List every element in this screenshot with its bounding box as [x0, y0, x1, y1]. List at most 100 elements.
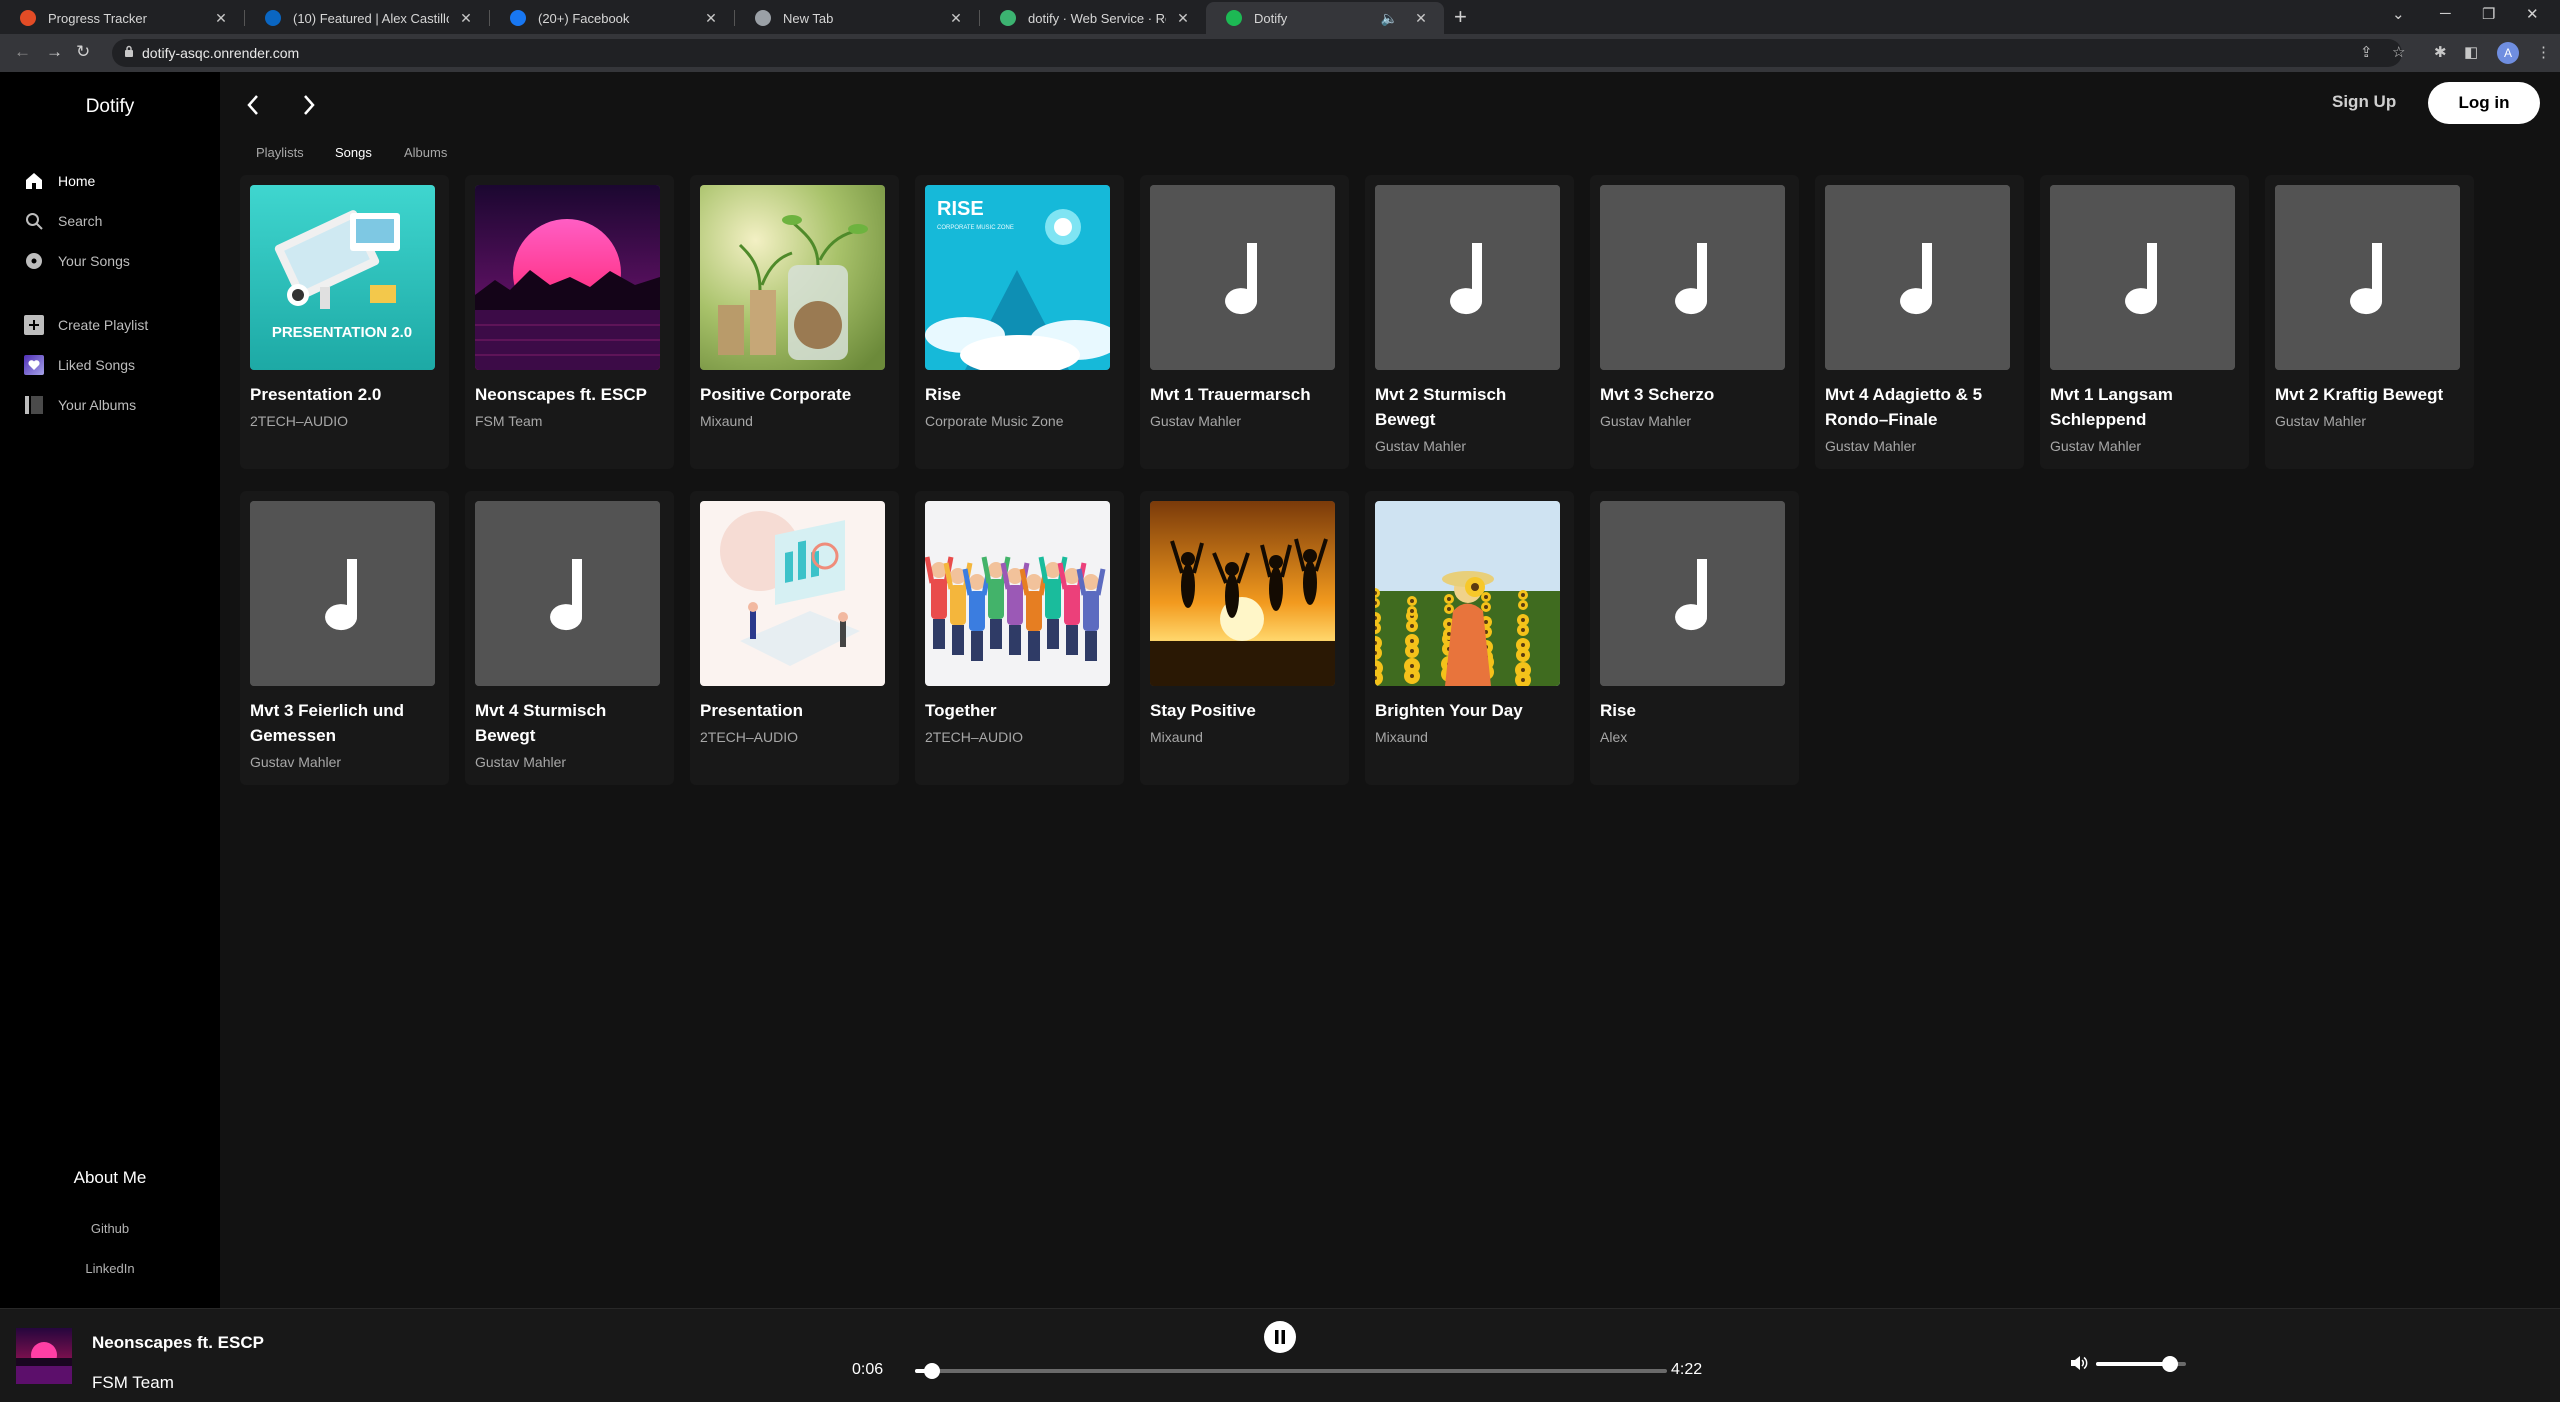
github-link[interactable]: Github	[0, 1221, 220, 1236]
browser-tab[interactable]: dotify · Web Service · Render Dashboard …	[980, 2, 1206, 34]
song-card[interactable]: Brighten Your Day Mixaund	[1365, 491, 1574, 785]
song-cover-art	[925, 501, 1110, 686]
song-title: Neonscapes ft. ESCP	[475, 385, 647, 404]
minimize-icon[interactable]: ─	[2440, 5, 2451, 22]
bookmark-star-icon[interactable]: ☆	[2392, 43, 2405, 61]
close-window-icon[interactable]: ✕	[2526, 5, 2539, 23]
song-card[interactable]: Positive Corporate Mixaund	[690, 175, 899, 469]
song-title: Mvt 3 Scherzo	[1600, 385, 1715, 404]
linkedin-link[interactable]: LinkedIn	[0, 1261, 220, 1276]
progress-bar[interactable]	[915, 1363, 1667, 1379]
tab-close-icon[interactable]: ✕	[1412, 10, 1430, 27]
song-artist: FSM Team	[475, 413, 543, 429]
pause-icon	[1275, 1330, 1285, 1344]
tab-audio-icon[interactable]: 🔈	[1381, 10, 1398, 27]
tab-close-icon[interactable]: ✕	[212, 10, 230, 27]
side-panel-icon[interactable]: ◧	[2464, 43, 2478, 61]
song-title: Stay Positive	[1150, 701, 1256, 720]
tab-close-icon[interactable]: ✕	[1174, 10, 1192, 27]
sidebar: Dotify Home Search Your Songs Create Pla…	[0, 72, 220, 1308]
song-title: Mvt 3 Feierlich und Gemessen	[250, 701, 404, 745]
progress-handle[interactable]	[924, 1363, 941, 1379]
song-card[interactable]: Neonscapes ft. ESCP FSM Team	[465, 175, 674, 469]
browser-tab[interactable]: New Tab ✕	[735, 2, 979, 34]
song-cover-art: PRESENTATION 2.0	[250, 185, 435, 370]
restore-icon[interactable]: ❐	[2482, 5, 2495, 23]
song-card[interactable]: Mvt 1 Trauermarsch Gustav Mahler	[1140, 175, 1349, 469]
tab-close-icon[interactable]: ✕	[457, 10, 475, 27]
sign-up-button[interactable]: Sign Up	[2332, 92, 2396, 112]
back-arrow-button[interactable]	[236, 88, 270, 122]
sidebar-item-your-songs[interactable]: Your Songs	[24, 249, 130, 273]
sidebar-item-create-playlist[interactable]: Create Playlist	[24, 313, 148, 337]
sidebar-item-label: Home	[58, 173, 96, 189]
tab-close-icon[interactable]: ✕	[947, 10, 965, 27]
song-card[interactable]: Rise Alex	[1590, 491, 1799, 785]
song-card[interactable]: Mvt 1 Langsam Schleppend Gustav Mahler	[2040, 175, 2249, 469]
tab-playlists[interactable]: Playlists	[256, 145, 304, 160]
browser-tab[interactable]: (10) Featured | Alex Castillo | LinkedIn…	[245, 2, 489, 34]
forward-arrow-button[interactable]	[292, 88, 326, 122]
song-cover-art	[700, 185, 885, 370]
browser-tab-active[interactable]: Dotify 🔈 ✕	[1206, 2, 1444, 34]
song-cover-art	[1150, 501, 1335, 686]
sidebar-item-search[interactable]: Search	[24, 209, 102, 233]
song-card[interactable]: Mvt 3 Feierlich und Gemessen Gustav Mahle…	[240, 491, 449, 785]
song-card[interactable]: Together 2TECH–AUDIO	[915, 491, 1124, 785]
tab-favicon	[755, 10, 771, 26]
song-artist: Corporate Music Zone	[925, 413, 1064, 429]
browser-tab[interactable]: Progress Tracker ✕	[0, 2, 244, 34]
new-tab-icon[interactable]: +	[1454, 4, 1467, 30]
music-note-icon	[1150, 185, 1335, 370]
address-bar[interactable]: dotify-asqc.onrender.com	[112, 39, 2402, 67]
tab-close-icon[interactable]: ✕	[702, 10, 720, 27]
plus-square-icon	[24, 315, 44, 335]
song-artist: Gustav Mahler	[250, 754, 342, 770]
duration-time: 4:22	[1671, 1361, 1703, 1378]
song-card[interactable]: Mvt 2 Sturmisch Bewegt Gustav Mahler	[1365, 175, 1574, 469]
tab-label: (20+) Facebook	[538, 10, 630, 26]
browser-menu-icon[interactable]: ⋮	[2536, 43, 2551, 61]
sidebar-item-home[interactable]: Home	[24, 169, 95, 193]
now-playing-artist[interactable]: FSM Team	[92, 1373, 174, 1393]
song-card[interactable]: Presentation 2TECH–AUDIO	[690, 491, 899, 785]
sidebar-item-label: Your Albums	[58, 397, 137, 413]
tab-favicon	[1226, 10, 1242, 26]
volume-slider[interactable]	[2096, 1356, 2186, 1372]
volume-handle[interactable]	[2161, 1356, 2178, 1372]
song-card[interactable]: PRESENTATION 2.0 Presentation 2.0 2TECH–AU…	[240, 175, 449, 469]
share-icon[interactable]: ⇪	[2360, 43, 2373, 61]
song-card[interactable]: RISE CORPORATE MUSIC ZONE Rise Corporate Mu…	[915, 175, 1124, 469]
sidebar-item-liked-songs[interactable]: Liked Songs	[24, 353, 135, 377]
current-time: 0:06	[852, 1361, 884, 1378]
song-cover-art	[475, 185, 660, 370]
now-playing-title[interactable]: Neonscapes ft. ESCP	[92, 1333, 264, 1353]
sidebar-item-label: Your Songs	[58, 253, 130, 269]
song-card[interactable]: Mvt 4 Adagietto & 5 Rondo–Finale Gustav M…	[1815, 175, 2024, 469]
pause-button[interactable]	[1264, 1321, 1296, 1353]
music-note-icon	[250, 501, 435, 686]
app-logo[interactable]: Dotify	[0, 96, 220, 118]
sidebar-item-your-albums[interactable]: Your Albums	[24, 393, 136, 417]
forward-icon[interactable]: →	[46, 42, 63, 62]
song-card[interactable]: Mvt 4 Sturmisch Bewegt Gustav Mahler	[465, 491, 674, 785]
song-card[interactable]: Mvt 3 Scherzo Gustav Mahler	[1590, 175, 1799, 469]
song-card[interactable]: Mvt 2 Kraftig Bewegt Gustav Mahler	[2265, 175, 2474, 469]
song-card[interactable]: Stay Positive Mixaund	[1140, 491, 1349, 785]
browser-tab[interactable]: (20+) Facebook ✕	[490, 2, 734, 34]
tab-albums[interactable]: Albums	[404, 145, 447, 160]
volume-icon[interactable]	[2070, 1354, 2088, 1377]
song-artist: 2TECH–AUDIO	[700, 729, 799, 745]
music-note-icon	[1825, 185, 2010, 370]
song-title: Presentation 2.0	[250, 385, 382, 404]
tab-search-icon[interactable]: ⌄	[2392, 5, 2405, 23]
log-in-button[interactable]: Log in	[2428, 82, 2540, 124]
browser-toolbar: ← → ↻ dotify-asqc.onrender.com ⇪ ☆ ✱ ◧ A…	[0, 34, 2560, 72]
profile-avatar[interactable]: A	[2497, 42, 2519, 64]
tab-songs[interactable]: Songs	[335, 145, 372, 160]
extensions-icon[interactable]: ✱	[2434, 43, 2447, 61]
reload-icon[interactable]: ↻	[76, 42, 90, 62]
song-artist: 2TECH–AUDIO	[925, 729, 1024, 745]
back-icon[interactable]: ←	[14, 42, 31, 62]
music-note-icon	[475, 501, 660, 686]
